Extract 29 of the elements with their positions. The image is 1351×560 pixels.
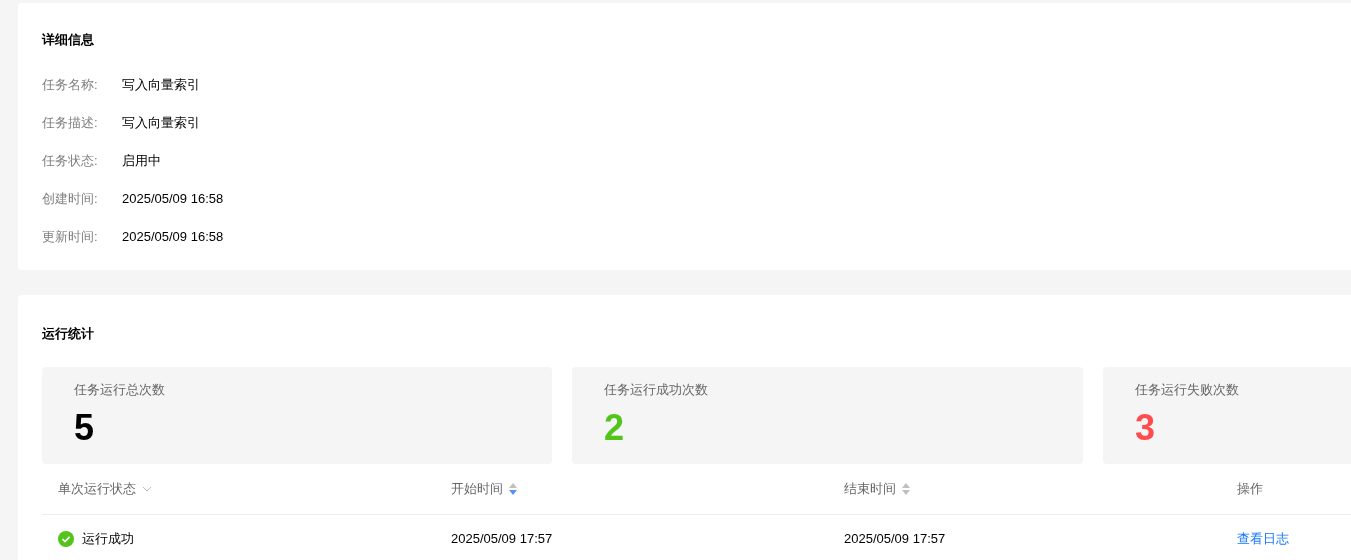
stat-value: 5 (74, 405, 96, 450)
field-label: 更新时间: (42, 228, 99, 247)
view-log-link[interactable]: 查看日志 (1237, 528, 1289, 549)
stat-label: 任务运行总次数 (74, 381, 166, 399)
column-header: 开始时间 (451, 480, 503, 499)
field-value: 2025/05/09 16:58 (122, 228, 224, 247)
stat-label: 任务运行失败次数 (1135, 381, 1240, 399)
field-label: 任务状态: (42, 152, 99, 171)
field-label: 任务名称: (42, 76, 99, 95)
stat-label: 任务运行成功次数 (604, 381, 709, 399)
section-title: 运行统计 (42, 325, 95, 343)
stat-value: 3 (1135, 405, 1157, 450)
sort-icon[interactable] (902, 483, 910, 495)
chevron-down-icon[interactable] (142, 486, 152, 492)
field-label: 任务描述: (42, 114, 99, 133)
column-header: 操作 (1237, 480, 1263, 499)
field-label: 创建时间: (42, 190, 99, 209)
table-cell-text: 2025/05/09 17:57 (844, 529, 946, 548)
field-value: 启用中 (122, 152, 161, 171)
field-value: 写入向量索引 (122, 114, 200, 133)
sort-icon[interactable] (509, 483, 517, 495)
stat-value: 2 (604, 405, 626, 450)
field-value: 2025/05/09 16:58 (122, 190, 224, 209)
status-text: 运行成功 (82, 529, 134, 548)
field-value: 写入向量索引 (122, 76, 200, 95)
table-cell-text: 2025/05/09 17:57 (451, 529, 553, 548)
column-header: 结束时间 (844, 480, 896, 499)
section-title: 详细信息 (42, 31, 95, 49)
column-header: 单次运行状态 (58, 480, 136, 499)
